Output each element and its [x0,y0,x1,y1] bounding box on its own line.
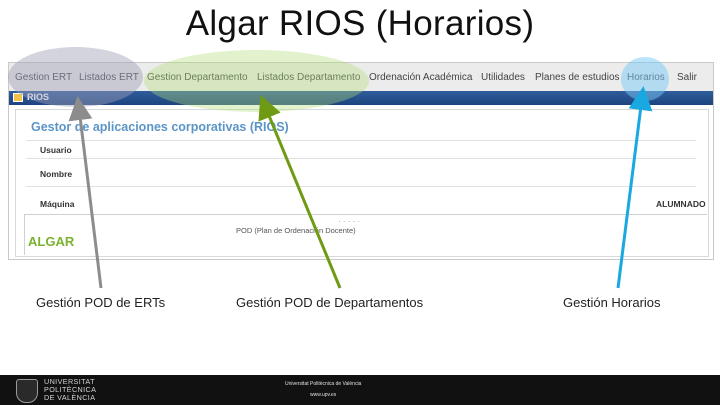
footer-website[interactable]: www.upv.es [310,392,336,398]
footer-bar: UNIVERSITAT POLITÈCNICA DE VALÈNCIA Univ… [0,375,720,405]
caption-horarios: Gestión Horarios [563,295,661,310]
annotation-arrows [68,86,653,289]
arrow-horarios [616,86,653,289]
arrow-ert [68,96,103,289]
caption-ert: Gestión POD de ERTs [36,295,166,310]
footer-university: Universitat Politècnica de València [285,381,362,387]
caption-departamentos: Gestión POD de Departamentos [236,295,424,310]
university-name: UNIVERSITAT POLITÈCNICA DE VALÈNCIA [44,377,97,402]
upv-logo-icon [16,379,38,403]
arrow-departamentos [258,94,342,289]
